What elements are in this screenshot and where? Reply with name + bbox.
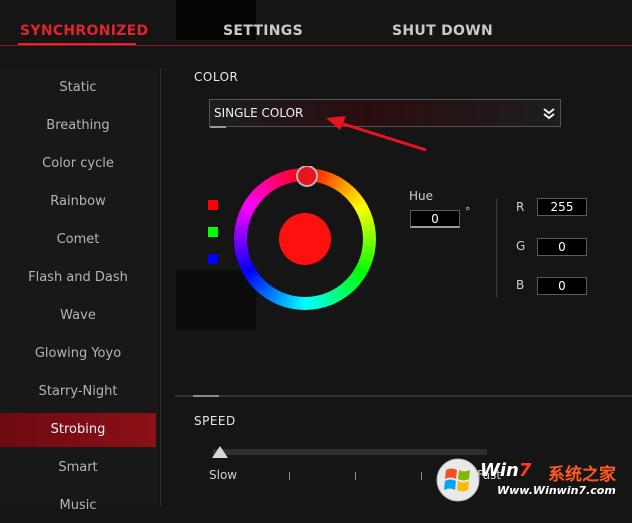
speed-slider-thumb[interactable] [212, 446, 228, 458]
selected-color-preview [279, 213, 331, 265]
speed-tick [421, 472, 422, 480]
tab-bar-divider [0, 45, 632, 46]
sidebar-item-static[interactable]: Static [0, 71, 156, 105]
r-input[interactable]: 255 [537, 198, 587, 216]
speed-tick [355, 472, 356, 480]
sidebar-item-smart[interactable]: Smart [0, 451, 156, 485]
color-section-title: COLOR [194, 70, 239, 84]
hue-unit: ° [465, 205, 471, 218]
speed-tick [289, 472, 290, 480]
windows-logo-icon [436, 458, 480, 502]
sidebar-item-flash-and-dash[interactable]: Flash and Dash [0, 261, 156, 295]
hue-ring-handle [296, 166, 318, 187]
rgb-divider [496, 198, 497, 298]
speed-section-title: SPEED [194, 414, 236, 428]
sidebar-item-wave[interactable]: Wave [0, 299, 156, 333]
sidebar-item-glowing-yoyo[interactable]: Glowing Yoyo [0, 337, 156, 371]
sidebar-item-color-cycle[interactable]: Color cycle [0, 147, 156, 181]
hue-label: Hue [409, 189, 434, 203]
watermark-logo-seven: 7 [518, 460, 532, 481]
speed-slow-label: Slow [209, 468, 238, 482]
tab-settings[interactable]: SETTINGS [223, 23, 303, 39]
sidebar-item-comet[interactable]: Comet [0, 223, 156, 257]
g-label: G [516, 239, 526, 253]
chevron-down-icon [542, 103, 556, 127]
r-label: R [516, 200, 525, 214]
tab-shut-down[interactable]: SHUT DOWN [392, 23, 493, 39]
g-input[interactable]: 0 [537, 238, 587, 256]
watermark-url: Www.Winwin7.com [497, 484, 616, 497]
watermark-cn-text: 系统之家 [548, 465, 616, 485]
swatch-blue[interactable] [208, 254, 218, 264]
hue-color-wheel[interactable] [232, 166, 378, 312]
color-mode-value: SINGLE COLOR [214, 106, 304, 120]
sidebar-item-rainbow[interactable]: Rainbow [0, 185, 156, 219]
sidebar-item-starry-night[interactable]: Starry-Night [0, 375, 156, 409]
dropdown-underline [210, 126, 226, 128]
hue-input[interactable]: 0 [410, 210, 460, 228]
top-tab-bar: SYNCHRONIZED SETTINGS SHUT DOWN [0, 0, 632, 48]
watermark-logo-prefix: Win [480, 460, 519, 481]
swatch-red[interactable] [208, 200, 218, 210]
sidebar-item-breathing[interactable]: Breathing [0, 109, 156, 143]
b-label: B [516, 278, 525, 292]
watermark-logo: Win7 [480, 460, 531, 481]
effect-sidebar: Static Breathing Color cycle Rainbow Com… [0, 68, 158, 513]
swatch-green[interactable] [208, 227, 218, 237]
speed-divider [175, 395, 632, 397]
sidebar-divider [160, 68, 161, 506]
sidebar-item-music[interactable]: Music [0, 489, 156, 523]
sidebar-item-strobing[interactable]: Strobing [0, 413, 156, 447]
divider-knob [193, 395, 219, 397]
speed-slider-track[interactable] [213, 449, 487, 455]
tab-synchronized[interactable]: SYNCHRONIZED [20, 23, 148, 39]
annotation-arrow-icon [326, 116, 427, 152]
b-input[interactable]: 0 [537, 277, 587, 295]
